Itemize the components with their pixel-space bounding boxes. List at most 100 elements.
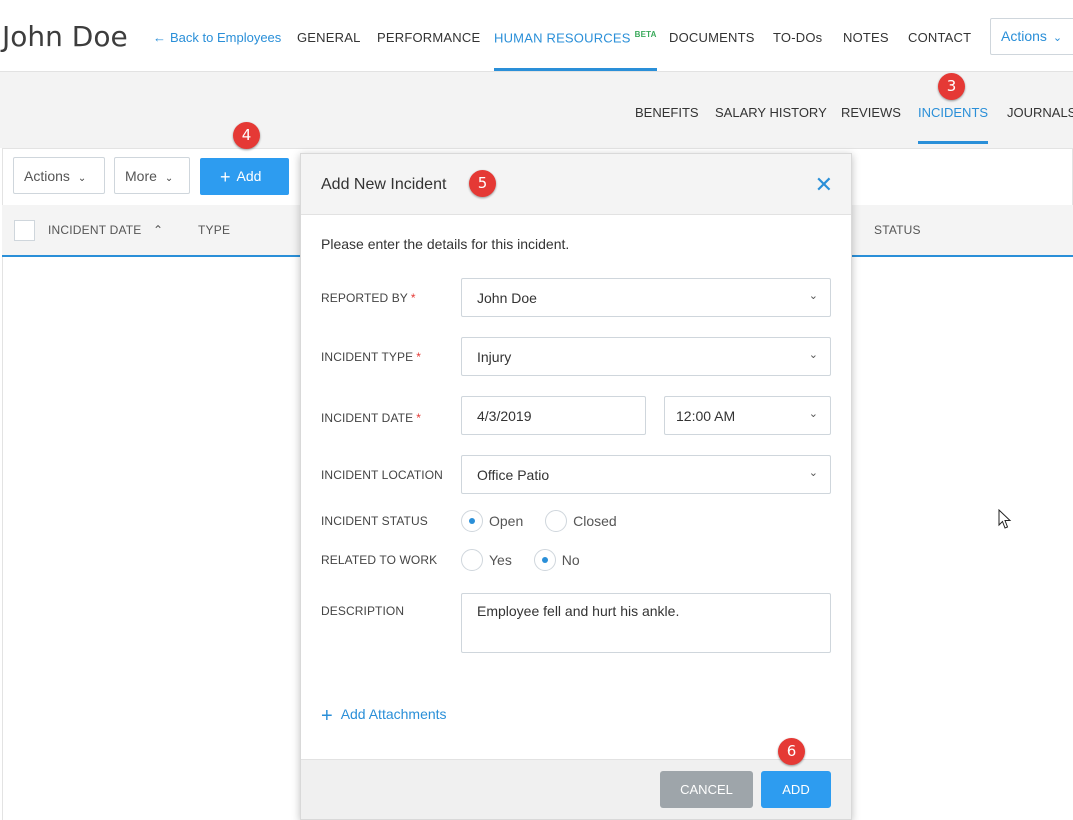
incident-type-label: INCIDENT TYPE * (321, 350, 421, 364)
incident-type-label-text: INCIDENT TYPE (321, 350, 414, 364)
step-badge-3: 3 (938, 73, 965, 100)
tab-general[interactable]: GENERAL (297, 30, 361, 45)
tab-notes[interactable]: NOTES (843, 30, 889, 45)
tab-todos[interactable]: TO-DOs (773, 30, 822, 45)
tab-human-resources[interactable]: HUMAN RESOURCES BETA (494, 30, 657, 72)
incident-date-input[interactable]: 4/3/2019 (461, 396, 646, 435)
incident-time-select[interactable]: 12:00 AM ⌄ (664, 396, 831, 435)
column-status[interactable]: STATUS (874, 223, 921, 237)
step-badge-6: 6 (778, 738, 805, 765)
tab-contact-label: CONTACT (908, 30, 972, 45)
subtab-benefits-label: BENEFITS (635, 105, 699, 120)
modal-title: Add New Incident (321, 176, 447, 193)
chevron-down-icon: ⌄ (808, 349, 818, 361)
tab-todos-label: TO-DOs (773, 30, 823, 45)
description-value: Employee fell and hurt his ankle. (477, 603, 680, 619)
status-open-label: Open (489, 513, 524, 529)
chevron-down-icon: ⌄ (1052, 32, 1063, 44)
description-textarea[interactable]: Employee fell and hurt his ankle. (461, 593, 831, 653)
tab-performance[interactable]: PERFORMANCE (377, 30, 480, 45)
incident-date-label: INCIDENT DATE * (321, 411, 421, 425)
required-mark: * (416, 350, 421, 364)
add-incident-button[interactable]: + Add (200, 158, 289, 195)
subtab-salary-history[interactable]: SALARY HISTORY (715, 105, 827, 120)
incident-date-value: 4/3/2019 (477, 408, 532, 424)
chevron-down-icon: ⌄ (164, 173, 174, 184)
incident-type-value: Injury (477, 349, 512, 365)
incident-status-label: INCIDENT STATUS (321, 514, 428, 528)
step-badge-5: 5 (469, 170, 496, 197)
subtab-journals-label: JOURNALS (1007, 105, 1073, 120)
plus-icon: + (220, 167, 231, 187)
add-submit-button[interactable]: ADD (761, 771, 831, 808)
chevron-down-icon: ⌄ (808, 408, 818, 420)
table-actions-dropdown[interactable]: Actions ⌄ (13, 157, 105, 194)
incident-location-label: INCIDENT LOCATION (321, 468, 443, 482)
incident-location-value: Office Patio (477, 467, 550, 483)
modal-intro: Please enter the details for this incide… (321, 236, 570, 252)
subtab-reviews[interactable]: REVIEWS (841, 105, 901, 120)
arrow-left-icon: ← (153, 30, 166, 45)
description-label: DESCRIPTION (321, 604, 405, 618)
back-link-label: Back to Employees (170, 30, 282, 45)
modal-footer: 6 CANCEL ADD (301, 738, 851, 819)
tab-documents-label: DOCUMENTS (669, 30, 755, 45)
tab-contact[interactable]: CONTACT (908, 30, 971, 45)
close-icon[interactable]: ✕ (815, 172, 833, 198)
column-type[interactable]: TYPE (198, 223, 230, 237)
back-to-employees-link[interactable]: ← Back to Employees (153, 30, 281, 45)
status-closed-radio[interactable] (545, 510, 568, 532)
column-incident-date[interactable]: INCIDENT DATE ⌃ (48, 223, 163, 237)
status-closed-label: Closed (573, 513, 617, 529)
required-mark: * (410, 291, 416, 305)
subtab-incidents[interactable]: INCIDENTS (918, 105, 989, 144)
related-to-work-label: RELATED TO WORK (321, 553, 438, 567)
chevron-down-icon: ⌄ (808, 290, 818, 302)
mouse-cursor-icon (998, 509, 1012, 529)
modal-header: Add New Incident 5 ✕ (301, 154, 851, 215)
reported-by-label: REPORTED BY * (321, 291, 416, 305)
employee-header: John Doe ← Back to Employees GENERAL PERF… (0, 0, 1073, 72)
more-dropdown[interactable]: More ⌄ (114, 157, 190, 194)
more-label: More (125, 168, 157, 184)
chevron-down-icon: ⌄ (77, 173, 87, 184)
header-actions-label: Actions (1001, 28, 1047, 44)
add-attachments-label: Add Attachments (340, 706, 447, 722)
add-incident-modal: Add New Incident 5 ✕ Please enter the de… (300, 153, 852, 820)
reported-by-value: John Doe (477, 290, 537, 306)
incident-date-label-text: INCIDENT DATE (321, 411, 414, 425)
tab-documents[interactable]: DOCUMENTS (669, 30, 755, 45)
subtab-journals[interactable]: JOURNALS (1007, 105, 1073, 120)
chevron-up-icon: ⌃ (153, 223, 164, 237)
subtab-benefits[interactable]: BENEFITS (635, 105, 699, 120)
subtab-incidents-label: INCIDENTS (918, 105, 989, 120)
header-actions-dropdown[interactable]: Actions ⌄ (990, 18, 1073, 55)
status-open-radio[interactable] (461, 510, 483, 532)
select-all-checkbox[interactable] (14, 220, 35, 241)
hr-subtabs: BENEFITS SALARY HISTORY REVIEWS INCIDENT… (0, 72, 1073, 148)
incident-location-select[interactable]: Office Patio ⌄ (461, 455, 831, 494)
subtab-reviews-label: REVIEWS (841, 105, 901, 120)
incident-status-radios: Open Closed (461, 510, 635, 532)
related-no-radio[interactable] (533, 549, 556, 571)
add-attachments-link[interactable]: + Add Attachments (321, 705, 447, 728)
tab-general-label: GENERAL (297, 30, 361, 45)
incident-type-select[interactable]: Injury ⌄ (461, 337, 831, 376)
chevron-down-icon: ⌄ (808, 467, 818, 479)
table-actions-label: Actions (24, 168, 70, 184)
incident-time-value: 12:00 AM (676, 408, 736, 424)
subtab-salary-history-label: SALARY HISTORY (715, 105, 827, 120)
column-type-label: TYPE (198, 223, 231, 237)
column-status-label: STATUS (874, 223, 921, 237)
step-badge-4: 4 (233, 122, 260, 149)
required-mark: * (416, 411, 421, 425)
reported-by-select[interactable]: John Doe ⌄ (461, 278, 831, 317)
tab-human-resources-label: HUMAN RESOURCES (494, 30, 631, 46)
cancel-button[interactable]: CANCEL (660, 771, 753, 808)
tab-performance-label: PERFORMANCE (377, 30, 481, 45)
related-yes-radio[interactable] (461, 549, 483, 571)
add-button-label: Add (236, 168, 262, 184)
tab-notes-label: NOTES (843, 30, 889, 45)
related-yes-label: Yes (489, 552, 512, 568)
related-no-label: No (561, 552, 580, 568)
